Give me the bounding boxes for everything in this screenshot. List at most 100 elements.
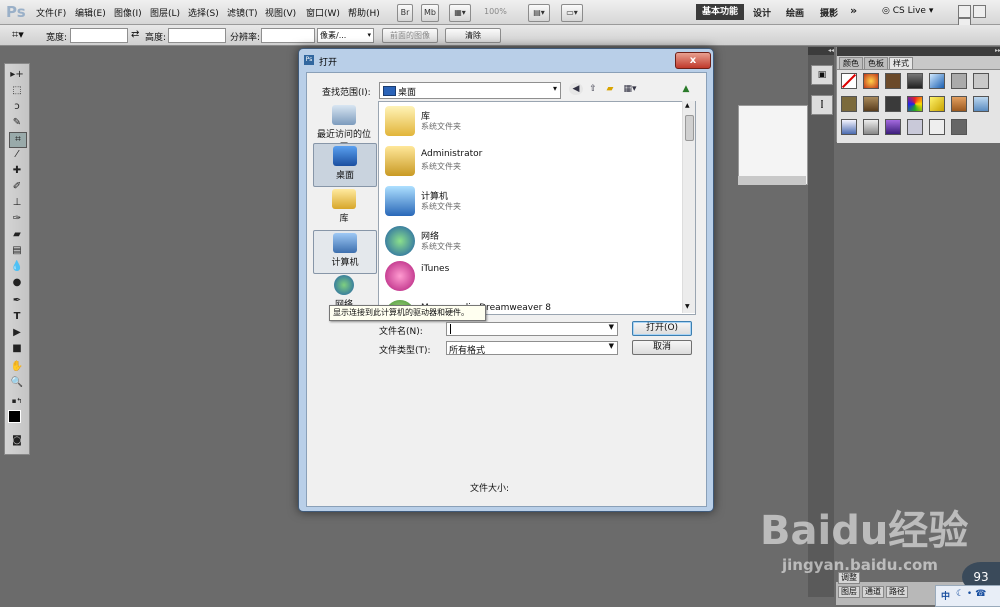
ime-mode[interactable]: 中: [941, 589, 950, 602]
place-library[interactable]: 库: [313, 187, 375, 229]
menu-image[interactable]: 图像(I): [114, 6, 142, 19]
style-none-swatch[interactable]: [841, 73, 857, 89]
menu-filter[interactable]: 滤镜(T): [227, 6, 258, 19]
path-select-tool-icon[interactable]: ▶: [9, 326, 25, 340]
style-swatch[interactable]: [929, 73, 945, 89]
menu-help[interactable]: 帮助(H): [348, 6, 380, 19]
style-swatch[interactable]: [951, 119, 967, 135]
style-swatch[interactable]: [863, 119, 879, 135]
style-swatch[interactable]: [907, 119, 923, 135]
resolution-unit-select[interactable]: 像素/... ▾: [317, 28, 374, 43]
type-tool-icon[interactable]: T: [9, 310, 25, 324]
file-list[interactable]: 库 系统文件夹 Administrator 系统文件夹 计算机 系统文件夹 网络…: [378, 101, 696, 315]
width-input[interactable]: [70, 28, 128, 43]
up-folder-icon[interactable]: ⇧: [586, 83, 600, 95]
pen-tool-icon[interactable]: ✒: [9, 294, 25, 308]
dodge-tool-icon[interactable]: ●: [9, 276, 25, 290]
tab-paths[interactable]: 路径: [886, 586, 908, 598]
clear-button[interactable]: 清除: [445, 28, 501, 43]
view-extras-icon[interactable]: ▦▾: [449, 4, 471, 22]
workspace-photography[interactable]: 摄影: [820, 6, 838, 19]
eyedropper-tool-icon[interactable]: ⁄: [9, 148, 25, 162]
quick-mask-icon[interactable]: ◙: [9, 434, 25, 448]
back-icon[interactable]: ◀: [569, 83, 583, 95]
clone-stamp-tool-icon[interactable]: ⊥: [9, 196, 25, 210]
place-recent[interactable]: 最近访问的位置: [313, 103, 375, 153]
style-swatch[interactable]: [951, 73, 967, 89]
place-computer[interactable]: 计算机: [313, 230, 377, 274]
history-brush-tool-icon[interactable]: ✑: [9, 212, 25, 226]
ime-punctuation-icon[interactable]: ☾ • ☎: [956, 589, 986, 599]
default-colors-icon[interactable]: ▪↰: [9, 394, 25, 408]
collapse-icon[interactable]: ◂◂: [808, 47, 834, 55]
workspace-essentials[interactable]: 基本功能: [696, 4, 744, 20]
menu-window[interactable]: 窗口(W): [306, 6, 340, 19]
resolution-input[interactable]: [261, 28, 315, 43]
arrange-documents-icon[interactable]: ▤▾: [528, 4, 550, 22]
zoom-tool-icon[interactable]: 🔍: [9, 376, 25, 390]
filename-input[interactable]: ▼: [446, 322, 618, 336]
move-tool-icon[interactable]: ▸+: [9, 68, 25, 82]
screen-mode-icon[interactable]: ▭▾: [561, 4, 583, 22]
filetype-select[interactable]: 所有格式 ▼: [446, 341, 618, 356]
style-swatch[interactable]: [841, 96, 857, 112]
menu-file[interactable]: 文件(F): [36, 6, 66, 19]
style-swatch[interactable]: [907, 73, 923, 89]
crop-tool-icon[interactable]: ⌗▾: [12, 28, 24, 42]
file-list-scrollbar[interactable]: ▲ ▼: [682, 101, 695, 313]
gradient-tool-icon[interactable]: ▤: [9, 244, 25, 258]
crop-tool-selected-icon[interactable]: ⌗: [9, 132, 27, 148]
dialog-close-button[interactable]: x: [675, 52, 711, 69]
places-add-icon[interactable]: ▲: [679, 83, 693, 95]
style-swatch[interactable]: [951, 96, 967, 112]
style-swatch[interactable]: [885, 119, 901, 135]
style-swatch[interactable]: [885, 73, 901, 89]
cs-live-button[interactable]: ◎ CS Live ▾: [882, 6, 933, 16]
style-swatch[interactable]: [907, 96, 923, 112]
list-item[interactable]: iTunes: [383, 259, 673, 297]
style-swatch[interactable]: [973, 96, 989, 112]
menu-layer[interactable]: 图层(L): [150, 6, 180, 19]
brush-tool-icon[interactable]: ✐: [9, 180, 25, 194]
front-image-button[interactable]: 前面的图像: [382, 28, 438, 43]
restore-icon[interactable]: [973, 5, 986, 18]
list-item[interactable]: Administrator 系统文件夹: [383, 144, 673, 182]
lasso-tool-icon[interactable]: ↄ: [9, 100, 25, 114]
view-menu-icon[interactable]: ▦▾: [620, 83, 640, 95]
properties-panel-icon[interactable]: ⫿: [811, 95, 833, 115]
shape-tool-icon[interactable]: ■: [9, 342, 25, 356]
style-swatch[interactable]: [929, 96, 945, 112]
minimize-icon[interactable]: [958, 5, 971, 18]
histogram-panel-icon[interactable]: ▣: [811, 65, 833, 85]
marquee-tool-icon[interactable]: ⬚: [9, 84, 25, 98]
hand-tool-icon[interactable]: ✋: [9, 360, 25, 374]
place-desktop[interactable]: 桌面: [313, 143, 377, 187]
menu-view[interactable]: 视图(V): [265, 6, 296, 19]
healing-brush-tool-icon[interactable]: ✚: [9, 164, 25, 178]
open-button[interactable]: 打开(O): [632, 321, 692, 336]
workspace-design[interactable]: 设计: [753, 6, 771, 19]
eraser-tool-icon[interactable]: ▰: [9, 228, 25, 242]
panel-collapse-icon[interactable]: ▸▸: [837, 47, 1000, 56]
new-folder-icon[interactable]: ▰: [603, 83, 617, 95]
blur-tool-icon[interactable]: 💧: [9, 260, 25, 274]
scroll-down-icon[interactable]: ▼: [685, 303, 690, 310]
scroll-up-icon[interactable]: ▲: [685, 102, 690, 109]
foreground-color-swatch[interactable]: [8, 410, 21, 423]
cancel-button[interactable]: 取消: [632, 340, 692, 355]
zoom-level[interactable]: 100%: [484, 7, 507, 16]
style-swatch[interactable]: [929, 119, 945, 135]
swap-icon[interactable]: ⇄: [131, 29, 139, 40]
style-swatch[interactable]: [863, 73, 879, 89]
style-swatch[interactable]: [973, 73, 989, 89]
bridge-button[interactable]: Br: [397, 4, 413, 22]
mini-bridge-button[interactable]: Mb: [421, 4, 439, 22]
menu-edit[interactable]: 编辑(E): [75, 6, 106, 19]
style-swatch[interactable]: [885, 96, 901, 112]
menu-select[interactable]: 选择(S): [188, 6, 219, 19]
workspace-painting[interactable]: 绘画: [786, 6, 804, 19]
list-item[interactable]: 网络 系统文件夹: [383, 224, 673, 262]
tab-layers[interactable]: 图层: [838, 586, 860, 598]
scrollbar-thumb[interactable]: [685, 115, 694, 141]
quick-select-tool-icon[interactable]: ✎: [9, 116, 25, 130]
